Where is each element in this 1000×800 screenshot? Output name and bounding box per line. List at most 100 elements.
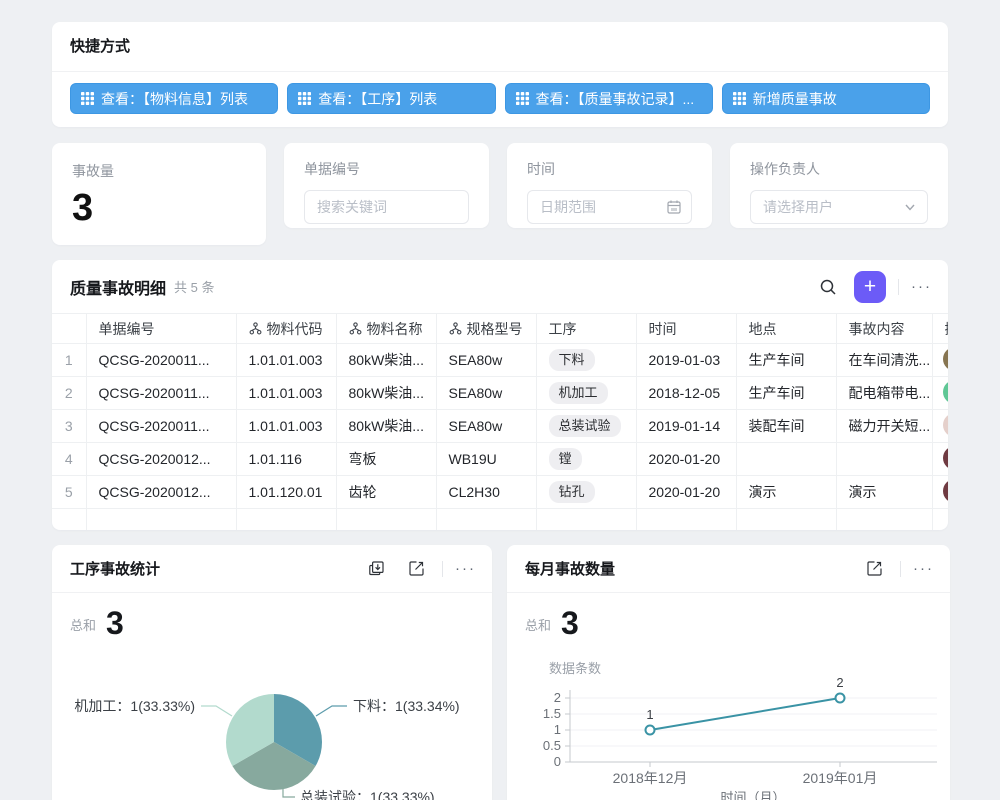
avatar — [943, 446, 949, 470]
col-time[interactable]: 时间 — [649, 321, 677, 337]
shortcut-button-label: 查看：【质量事故记录】... — [536, 89, 695, 109]
avatar — [943, 413, 949, 437]
col-location[interactable]: 地点 — [749, 321, 777, 337]
cell-code: 1.01.116 — [236, 443, 336, 476]
y-axis-title: 数据条数 — [549, 661, 601, 676]
table-row[interactable]: 1 QCSG-2020011... 1.01.01.003 80kW柴油... … — [52, 344, 948, 377]
cell-operator — [932, 377, 948, 410]
process-tag: 镗 — [549, 448, 582, 470]
process-tag: 下料 — [549, 349, 595, 371]
doc-no-filter-label: 单据编号 — [304, 159, 469, 179]
table-title: 质量事故明细 — [70, 275, 166, 299]
y-tick-2: 2 — [554, 690, 561, 705]
y-tick-1: 1 — [554, 722, 561, 737]
shortcut-view-material-list-button[interactable]: 查看：【物料信息】列表 — [70, 83, 278, 114]
cell-operator — [932, 344, 948, 377]
cell-doc-no: QCSG-2020011... — [86, 344, 236, 377]
process-tag: 钻孔 — [549, 481, 595, 503]
shortcut-new-accident-button[interactable]: 新增质量事故 — [722, 83, 930, 114]
operator-filter-card: 操作负责人 — [730, 143, 948, 228]
doc-no-filter-card: 单据编号 — [284, 143, 489, 228]
cell-location: 生产车间 — [736, 377, 836, 410]
pie-label-zongzhuang: 总装试验：1(33.33%) — [300, 789, 435, 800]
shortcuts-card: 快捷方式 查看：【物料信息】列表 查看：【工序】列表 查看：【质量事故记录】..… — [52, 22, 948, 127]
cell-name: 弯板 — [336, 443, 436, 476]
cell-doc-no: QCSG-2020012... — [86, 476, 236, 509]
cell-doc-no: QCSG-2020012... — [86, 443, 236, 476]
table-row[interactable]: 2 QCSG-2020011... 1.01.01.003 80kW柴油... … — [52, 377, 948, 410]
add-record-button[interactable]: + — [854, 271, 886, 303]
cell-doc-no: QCSG-2020011... — [86, 410, 236, 443]
data-point-2[interactable] — [836, 694, 845, 703]
col-content[interactable]: 事故内容 — [849, 321, 905, 337]
filter-row: 事故量 3 单据编号 时间 操作负责人 — [52, 143, 948, 245]
col-spec[interactable]: 规格型号 — [467, 319, 523, 339]
accident-table: 单据编号 物料代码 物料名称 规格型号 工序 时间 地点 事故内容 操作负责人 … — [52, 313, 948, 530]
shortcut-button-label: 查看：【物料信息】列表 — [101, 89, 248, 109]
process-tag: 机加工 — [549, 382, 608, 404]
cell-location: 演示 — [736, 476, 836, 509]
operator-filter-label: 操作负责人 — [750, 159, 928, 179]
shortcut-view-process-list-button[interactable]: 查看：【工序】列表 — [287, 83, 495, 114]
col-operator[interactable]: 操作负责人 — [945, 321, 949, 337]
cell-location: 生产车间 — [736, 344, 836, 377]
cell-spec: SEA80w — [436, 377, 536, 410]
chevron-down-icon — [902, 199, 918, 215]
cell-content: 演示 — [836, 476, 932, 509]
pie-leader-bottom — [283, 788, 295, 797]
pie-chart[interactable]: 下料：1(33.34%) 机加工：1(33.33%) 总装试验：1(33.33%… — [52, 635, 492, 800]
process-tag: 总装试验 — [549, 415, 621, 437]
cell-code: 1.01.120.01 — [236, 476, 336, 509]
avatar — [943, 479, 949, 503]
toolbar-divider — [442, 561, 443, 577]
col-process[interactable]: 工序 — [549, 321, 577, 337]
point-label-2: 2 — [836, 675, 843, 690]
dashboard-page: 快捷方式 查看：【物料信息】列表 查看：【工序】列表 查看：【质量事故记录】..… — [0, 0, 1000, 800]
table-row[interactable]: 5 QCSG-2020012... 1.01.120.01 齿轮 CL2H30 … — [52, 476, 948, 509]
accident-count-value: 3 — [72, 189, 246, 227]
cell-location: 装配车间 — [736, 410, 836, 443]
charts-row: 工序事故统计 ··· 总和 3 — [52, 545, 948, 800]
data-point-1[interactable] — [646, 726, 655, 735]
accident-count-label: 事故量 — [72, 161, 246, 181]
cell-spec: CL2H30 — [436, 476, 536, 509]
cell-content: 配电箱带电... — [836, 377, 932, 410]
y-tick-1-5: 1.5 — [543, 706, 561, 721]
association-icon — [449, 322, 462, 335]
cell-name: 80kW柴油... — [336, 344, 436, 377]
shortcuts-title: 快捷方式 — [52, 22, 948, 72]
cell-name: 齿轮 — [336, 476, 436, 509]
x-tick-jan2019: 2019年01月 — [803, 770, 878, 786]
col-doc-no[interactable]: 单据编号 — [99, 321, 155, 337]
app-grid-icon — [733, 92, 746, 105]
table-row[interactable]: 4 QCSG-2020012... 1.01.116 弯板 WB19U 镗 20… — [52, 443, 948, 476]
x-tick-dec2018: 2018年12月 — [613, 770, 688, 786]
cell-name: 80kW柴油... — [336, 377, 436, 410]
more-menu-icon[interactable]: ··· — [455, 560, 476, 577]
shortcut-view-accident-records-button[interactable]: 查看：【质量事故记录】... — [505, 83, 713, 114]
col-material-code[interactable]: 物料代码 — [267, 319, 323, 339]
expand-icon[interactable] — [860, 555, 888, 583]
cell-content: 在车间清洗... — [836, 344, 932, 377]
cell-process: 钻孔 — [536, 476, 636, 509]
col-material-name[interactable]: 物料名称 — [367, 319, 423, 339]
y-tick-0-5: 0.5 — [543, 738, 561, 753]
search-icon[interactable] — [814, 273, 842, 301]
cell-code: 1.01.01.003 — [236, 377, 336, 410]
pie-label-jijiagong: 机加工：1(33.33%) — [74, 698, 195, 714]
more-menu-icon[interactable]: ··· — [913, 560, 934, 577]
table-count-badge: 共 5 条 — [174, 277, 214, 296]
cell-operator — [932, 476, 948, 509]
pie-leader-left — [201, 706, 232, 716]
more-menu-icon[interactable]: ··· — [911, 278, 932, 295]
pie-chart-title: 工序事故统计 — [70, 558, 160, 579]
pie-label-xialiao: 下料：1(33.34%) — [353, 698, 460, 714]
expand-icon[interactable] — [402, 555, 430, 583]
line-chart[interactable]: 数据条数 2 1.5 1 0.5 0 — [507, 635, 950, 800]
line-chart-title: 每月事故数量 — [525, 558, 615, 579]
x-axis-title: 时间（月） — [720, 790, 785, 800]
table-row[interactable]: 3 QCSG-2020011... 1.01.01.003 80kW柴油... … — [52, 410, 948, 443]
download-icon[interactable] — [362, 555, 390, 583]
doc-no-search-input[interactable] — [304, 190, 469, 224]
cell-operator — [932, 410, 948, 443]
